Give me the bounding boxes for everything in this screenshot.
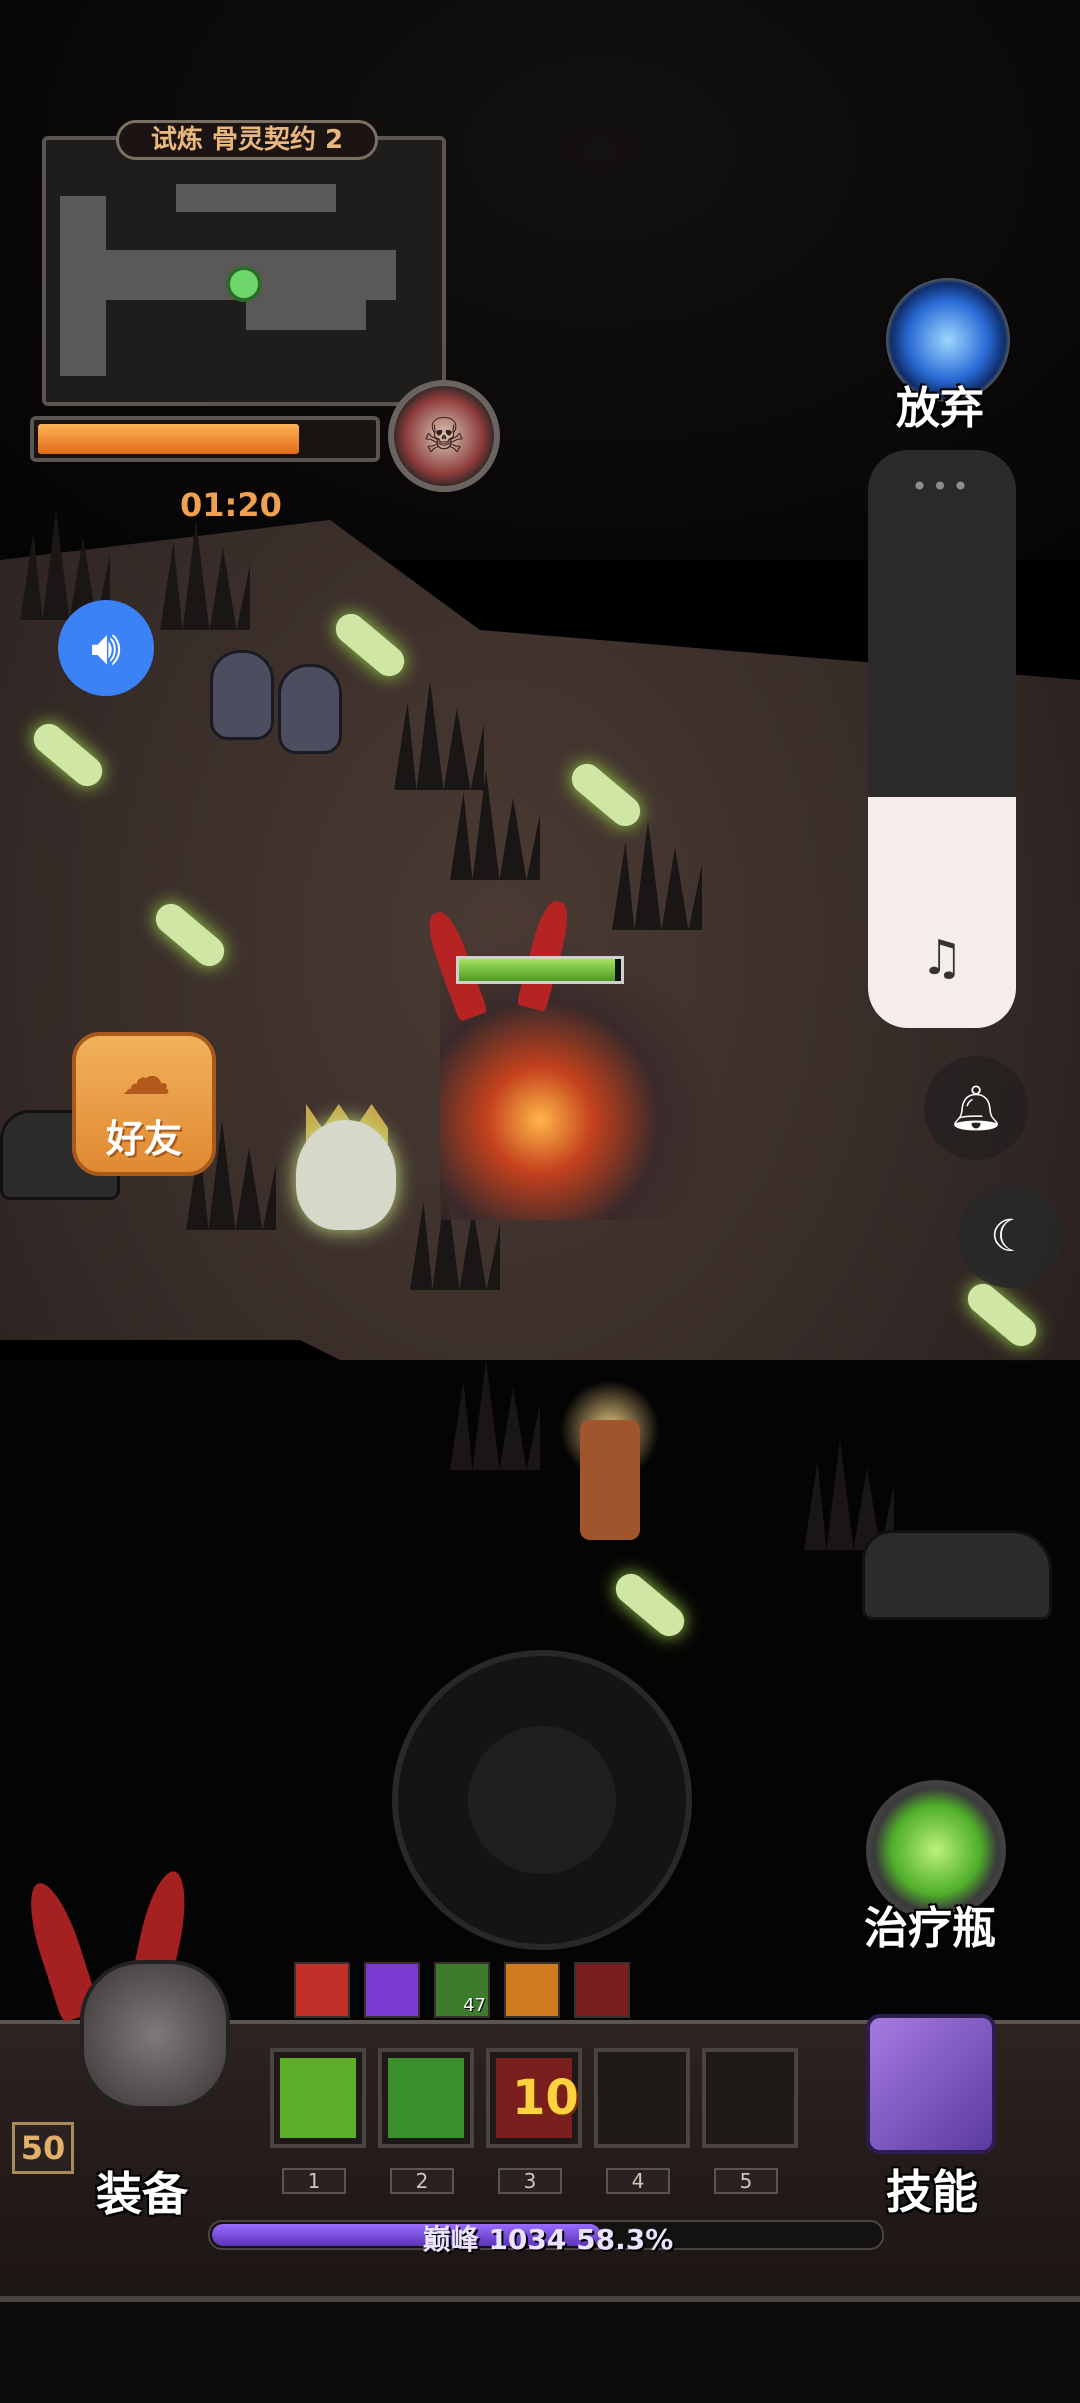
hero-health-fill	[459, 959, 615, 981]
buff-icon	[294, 1962, 350, 2018]
moon-icon[interactable]: ☾	[958, 1184, 1062, 1288]
volume-level-fill	[868, 796, 1016, 1028]
clay-pot	[278, 664, 342, 754]
more-icon[interactable]: •••	[868, 470, 1016, 503]
slot-index: 2	[390, 2168, 454, 2194]
skull-king-enemy	[296, 1120, 396, 1230]
music-note-icon: ♫	[920, 930, 964, 986]
player-position-dot	[226, 266, 262, 302]
volume-slider[interactable]: ••• ♫	[868, 450, 1016, 1028]
slot-index: 5	[714, 2168, 778, 2194]
equipment-button-label[interactable]: 装备	[96, 2158, 188, 2224]
skill-slot-1[interactable]	[270, 2048, 366, 2148]
slot-index-row: 1 2 3 4 5	[282, 2168, 778, 2194]
speaker-icon[interactable]: 🔊︎	[58, 600, 154, 696]
hero-health-bar	[456, 956, 624, 984]
skill-slot-3[interactable]: 10	[486, 2048, 582, 2148]
minimap-corridor	[246, 290, 366, 330]
clay-pot	[210, 650, 274, 740]
buff-bar: 47	[294, 1962, 630, 2018]
minimap-corridor	[176, 184, 336, 212]
virtual-joystick[interactable]	[392, 1650, 692, 1950]
skill-icon	[388, 2058, 464, 2138]
skill-slot-2[interactable]	[378, 2048, 474, 2148]
empty-slot	[604, 2058, 680, 2138]
experience-text: 巅峰 1034 58.3%	[422, 2223, 674, 2256]
hero-portrait[interactable]	[19, 1867, 250, 2110]
timer-text: 01:20	[180, 486, 282, 524]
portrait-face	[80, 1960, 230, 2110]
skills-button-label[interactable]: 技能	[886, 2156, 978, 2222]
empty-slot	[712, 2058, 788, 2138]
joystick-knob[interactable]	[468, 1726, 616, 1874]
slot-index: 4	[606, 2168, 670, 2194]
friends-button[interactable]: ☁ 好友	[72, 1032, 216, 1176]
skill-icon: 10	[496, 2058, 579, 2138]
candle	[580, 1420, 640, 1540]
buff-icon	[504, 1962, 560, 2018]
slot-index: 1	[282, 2168, 346, 2194]
buff-icon	[364, 1962, 420, 2018]
abandon-button-label[interactable]: 放弃	[896, 372, 984, 436]
skill-icon	[280, 2058, 356, 2138]
cloud-icon: ☁	[121, 1048, 171, 1106]
boss-skull-icon: ☠	[388, 380, 500, 492]
minimap[interactable]: 试炼 骨灵契约 2	[42, 120, 446, 406]
skill-slot-4[interactable]	[594, 2048, 690, 2148]
buff-stack-count: 47	[463, 1995, 486, 2016]
bottom-decoration	[0, 2296, 1080, 2403]
timer-progress-fill	[38, 424, 299, 454]
minimap-title: 试炼 骨灵契约 2	[116, 120, 378, 160]
buff-icon	[574, 1962, 630, 2018]
skill-book-icon[interactable]	[866, 2014, 996, 2154]
experience-bar: 巅峰 1034 58.3%	[208, 2220, 884, 2256]
skill-slot-5[interactable]	[702, 2048, 798, 2148]
timer-progress-bar	[30, 416, 380, 462]
skill-charge-number: 10	[512, 2070, 579, 2126]
rock	[862, 1530, 1052, 1620]
player-level-badge: 50	[12, 2122, 74, 2174]
friends-label: 好友	[105, 1117, 182, 1161]
bell-icon[interactable]: 🔔︎	[924, 1056, 1028, 1160]
slot-index: 3	[498, 2168, 562, 2194]
potion-label[interactable]: 治疗瓶	[864, 1892, 996, 1956]
skill-slot-bar: 10	[270, 2048, 798, 2148]
buff-icon: 47	[434, 1962, 490, 2018]
